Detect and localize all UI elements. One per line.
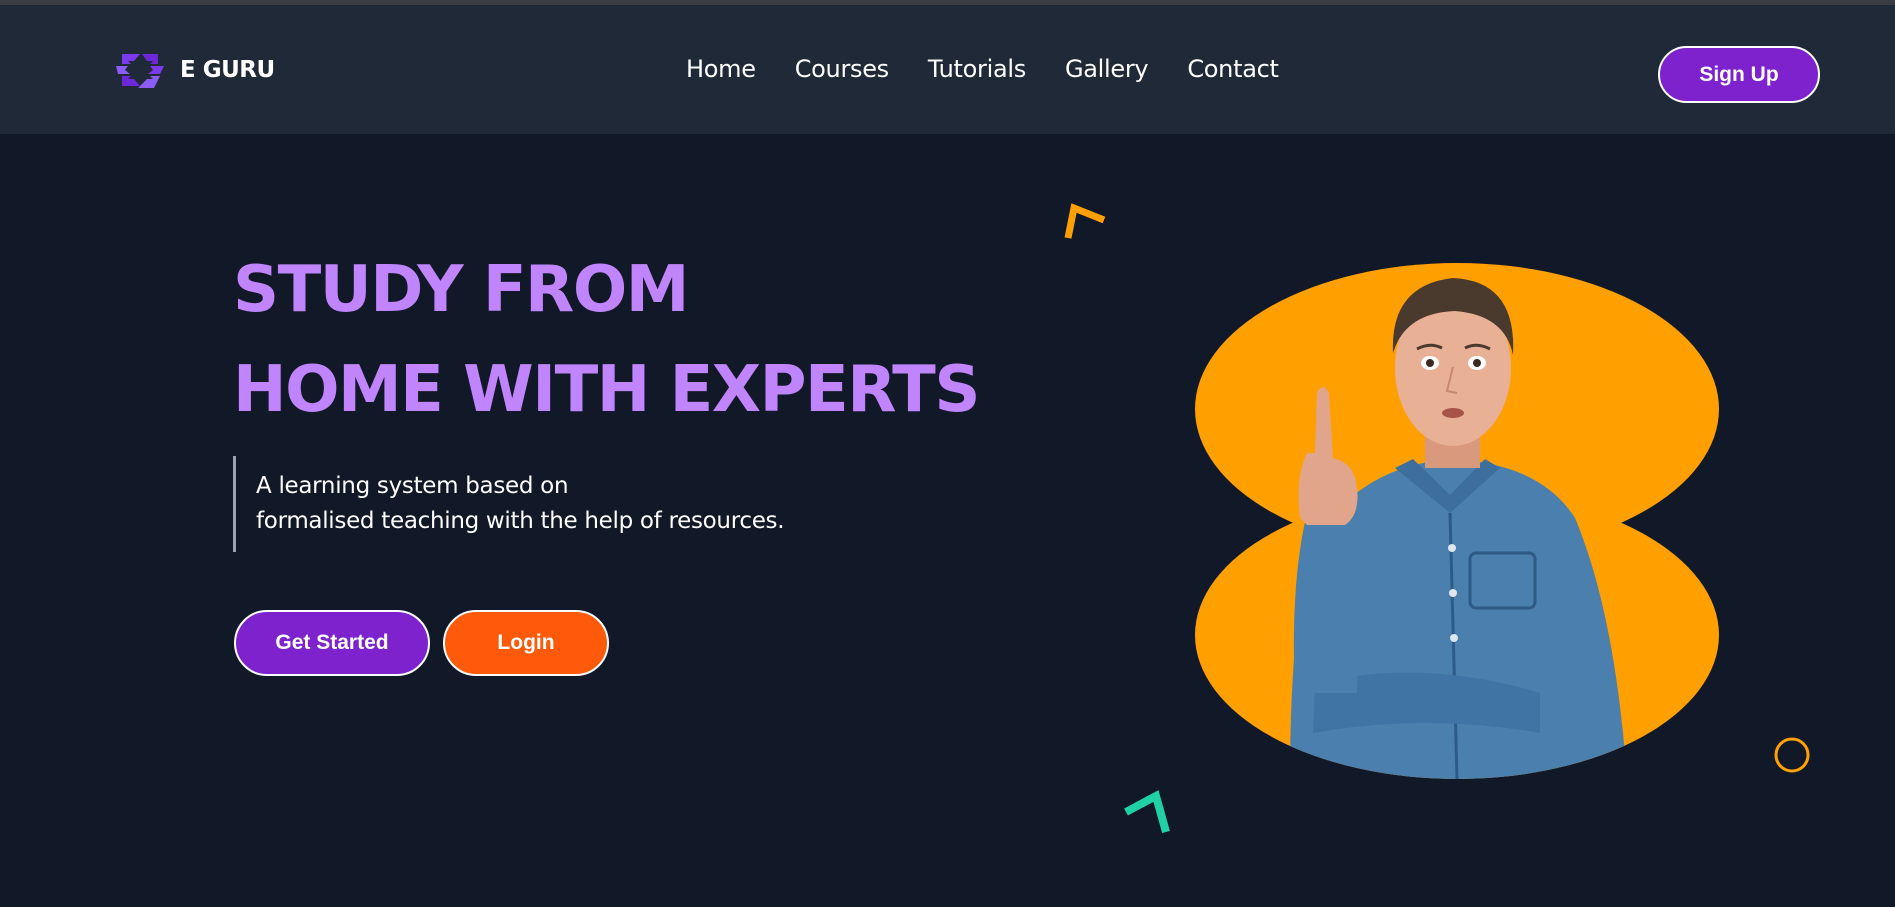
- hero-title-line-1: STUDY FROM: [233, 253, 689, 327]
- nav-home[interactable]: Home: [686, 55, 756, 83]
- signup-button[interactable]: Sign Up: [1658, 46, 1820, 103]
- nav-gallery[interactable]: Gallery: [1065, 55, 1149, 83]
- orange-chevron-icon: [1064, 203, 1106, 239]
- hero-title: STUDY FROM HOME WITH EXPERTS: [233, 240, 980, 440]
- get-started-button[interactable]: Get Started: [234, 610, 430, 676]
- main-nav: Home Courses Tutorials Gallery Contact: [686, 55, 1279, 83]
- eguru-logo-icon: [116, 54, 164, 88]
- teal-chevron-icon: [1124, 790, 1170, 834]
- hero-description: A learning system based on formalised te…: [233, 456, 785, 552]
- hero-person-image: [1290, 278, 1627, 779]
- nav-courses[interactable]: Courses: [795, 55, 890, 83]
- orange-ring-icon: [1774, 737, 1810, 773]
- brand-name: E GURU: [180, 57, 275, 83]
- site-header: E GURU Home Courses Tutorials Gallery Co…: [0, 5, 1895, 134]
- hero-description-line-1: A learning system based on: [256, 473, 569, 499]
- login-button[interactable]: Login: [443, 610, 609, 676]
- brand-logo[interactable]: E GURU: [114, 49, 275, 91]
- nav-contact[interactable]: Contact: [1187, 55, 1279, 83]
- nav-tutorials[interactable]: Tutorials: [928, 55, 1026, 83]
- hero-title-line-2: HOME WITH EXPERTS: [233, 353, 980, 427]
- hero-description-line-2: formalised teaching with the help of res…: [256, 508, 785, 534]
